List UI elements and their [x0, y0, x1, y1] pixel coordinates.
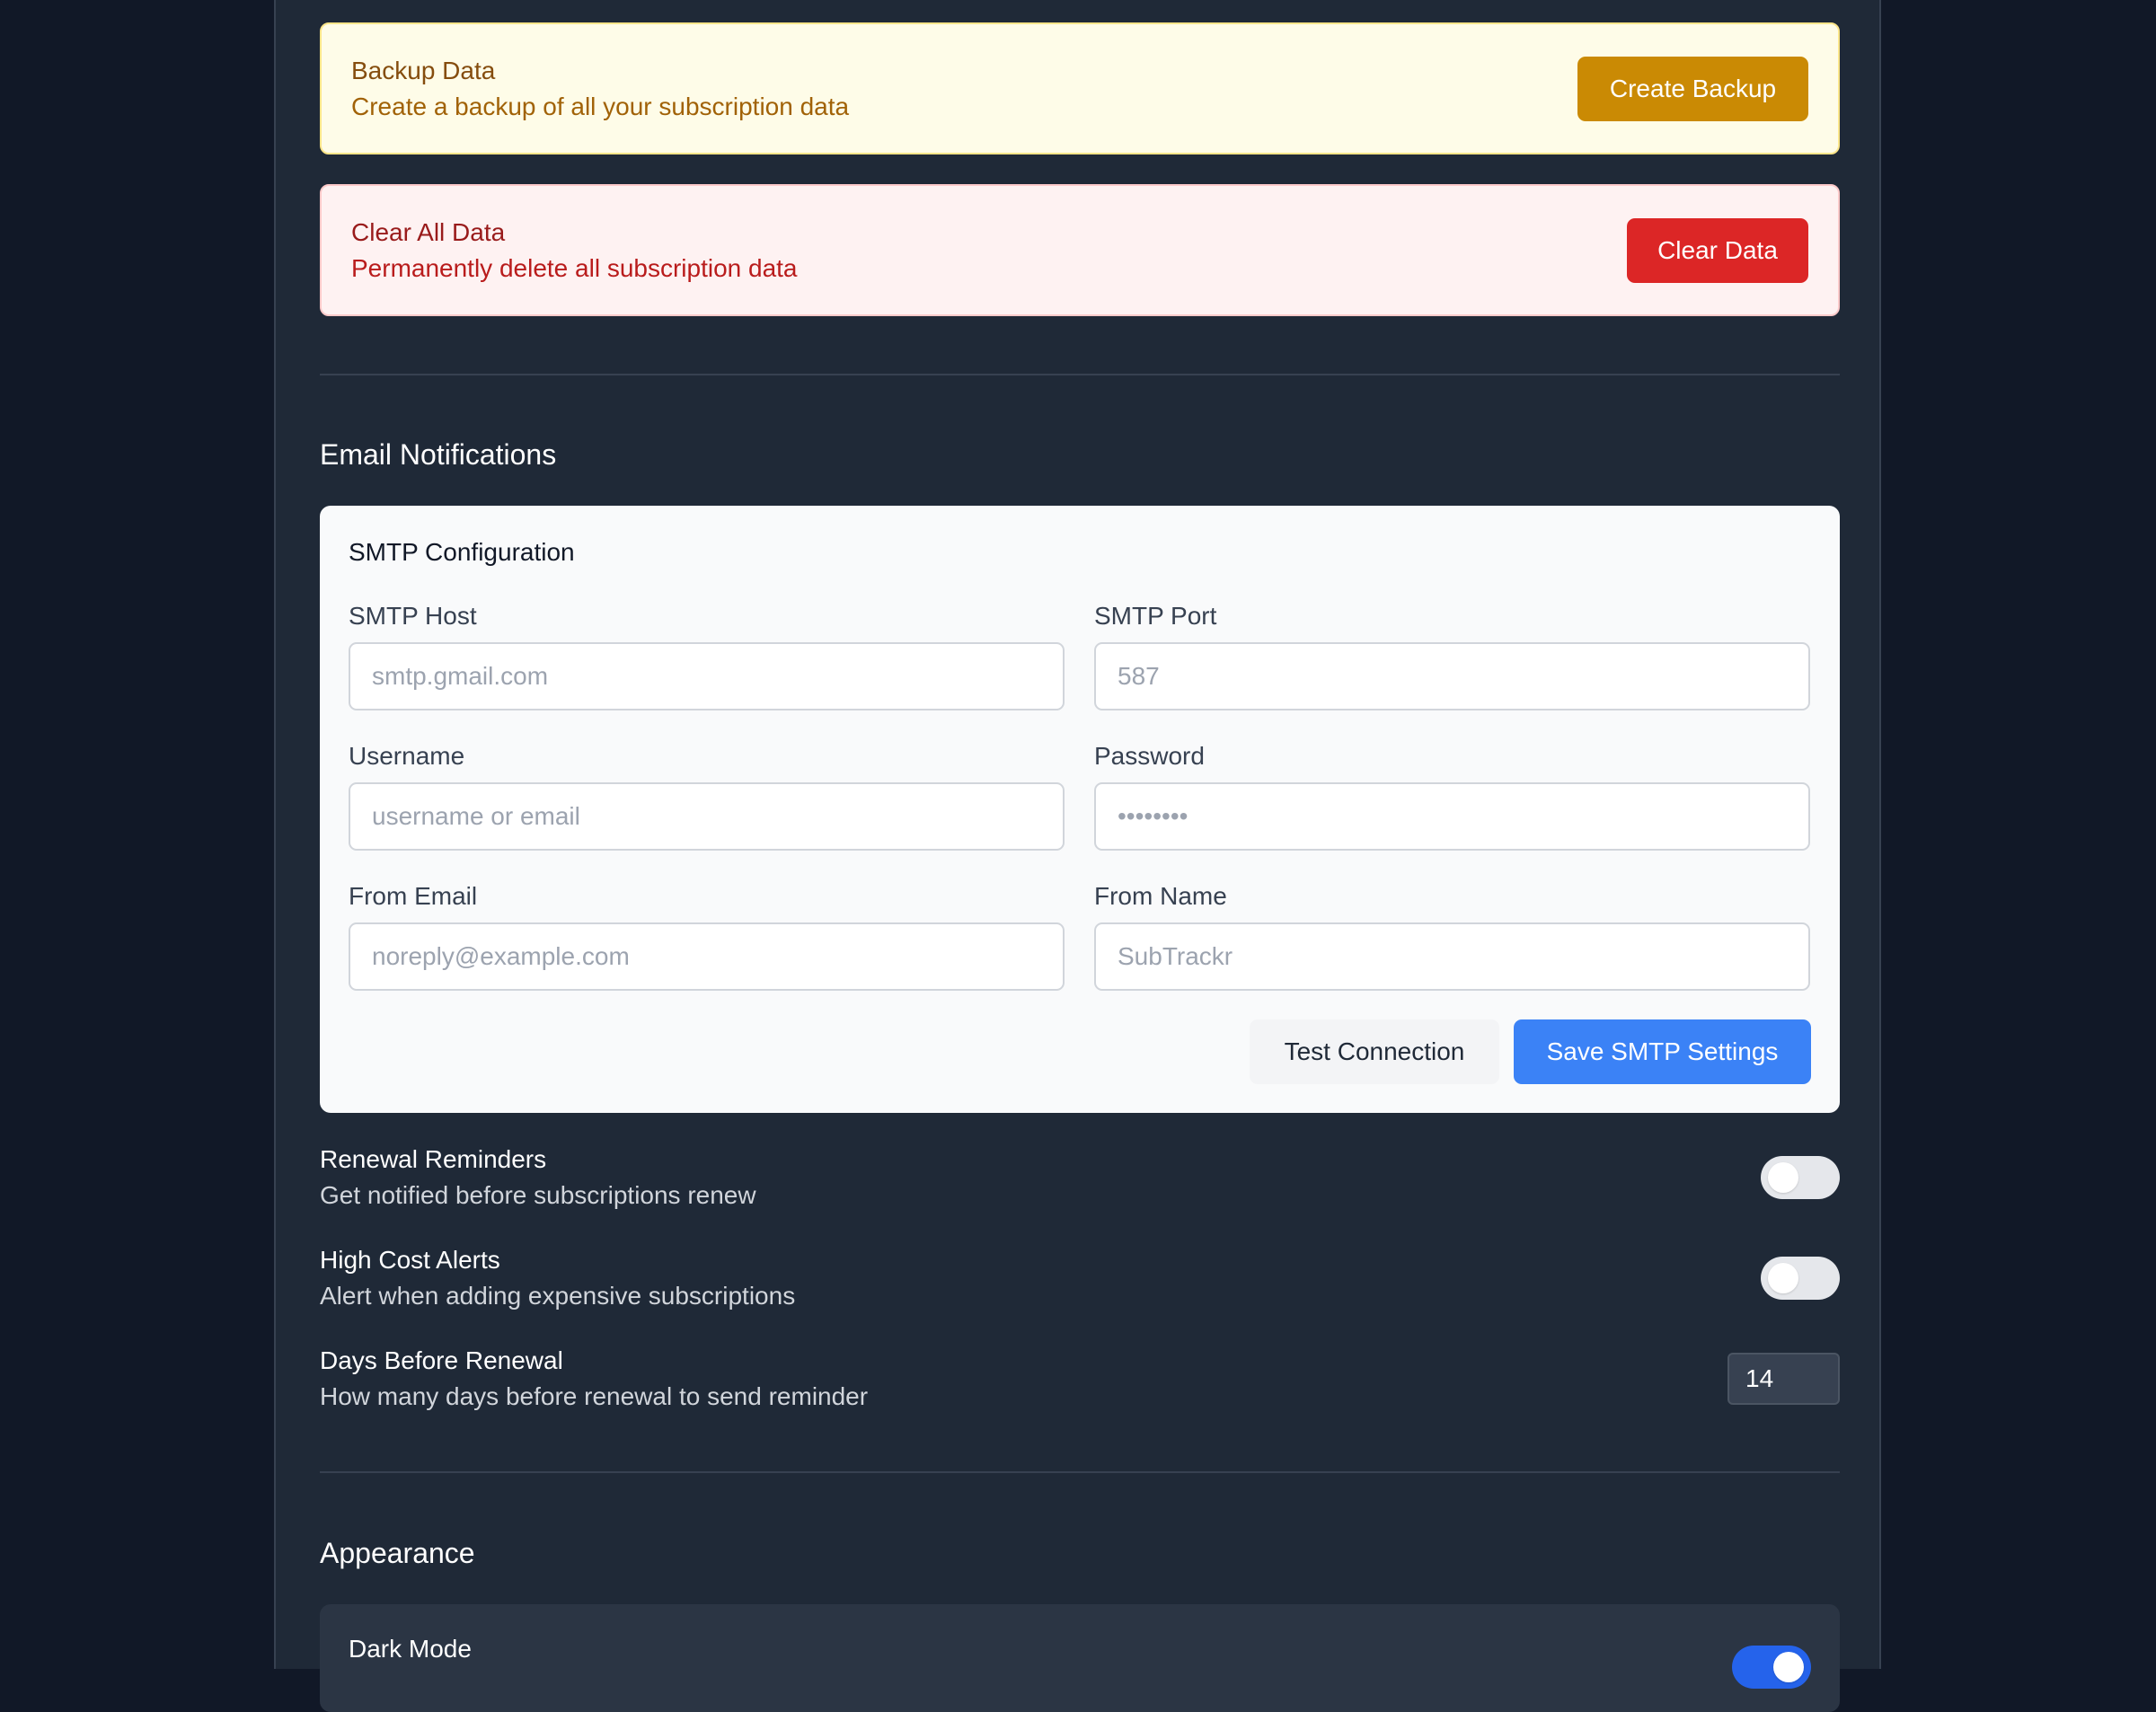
appearance-heading: Appearance [320, 1537, 475, 1569]
from-email-label: From Email [349, 882, 478, 910]
high-cost-alerts-title: High Cost Alerts [320, 1246, 500, 1274]
high-cost-alerts-description: Alert when adding expensive subscription… [320, 1282, 796, 1310]
email-notifications-heading: Email Notifications [320, 438, 557, 471]
days-before-renewal-title: Days Before Renewal [320, 1346, 563, 1374]
section-divider [320, 1471, 1840, 1473]
username-input[interactable] [349, 782, 1065, 851]
renewal-reminders-toggle[interactable] [1761, 1156, 1840, 1199]
smtp-port-input[interactable] [1094, 642, 1810, 710]
smtp-port-label: SMTP Port [1094, 602, 1217, 630]
from-name-input[interactable] [1094, 922, 1810, 991]
backup-data-description: Create a backup of all your subscription… [351, 93, 850, 120]
days-before-renewal-input[interactable] [1727, 1353, 1840, 1405]
create-backup-button[interactable]: Create Backup [1577, 57, 1808, 121]
days-before-renewal-description: How many days before renewal to send rem… [320, 1382, 869, 1410]
dark-mode-title: Dark Mode [349, 1635, 472, 1663]
backup-data-title: Backup Data [351, 57, 496, 84]
smtp-configuration-title: SMTP Configuration [349, 538, 575, 566]
password-label: Password [1094, 742, 1205, 770]
clear-data-title: Clear All Data [351, 218, 506, 246]
smtp-host-input[interactable] [349, 642, 1065, 710]
dark-mode-toggle[interactable] [1732, 1646, 1811, 1689]
backup-data-card: Backup Data Create a backup of all your … [320, 22, 1840, 154]
password-input[interactable] [1094, 782, 1810, 851]
toggle-knob [1768, 1162, 1798, 1193]
dark-mode-card: Dark Mode [320, 1604, 1840, 1712]
test-connection-button[interactable]: Test Connection [1250, 1019, 1499, 1084]
settings-panel: Backup Data Create a backup of all your … [274, 0, 1881, 1712]
renewal-reminders-title: Renewal Reminders [320, 1145, 547, 1173]
clear-data-button[interactable]: Clear Data [1627, 218, 1808, 283]
from-email-input[interactable] [349, 922, 1065, 991]
clear-data-card: Clear All Data Permanently delete all su… [320, 184, 1840, 316]
smtp-host-label: SMTP Host [349, 602, 477, 630]
save-smtp-settings-button[interactable]: Save SMTP Settings [1514, 1019, 1811, 1084]
section-divider [320, 374, 1840, 375]
clear-data-description: Permanently delete all subscription data [351, 254, 798, 282]
toggle-knob [1768, 1263, 1798, 1293]
username-label: Username [349, 742, 465, 770]
smtp-configuration-card: SMTP Configuration SMTP Host SMTP Port U… [320, 506, 1840, 1113]
high-cost-alerts-toggle[interactable] [1761, 1257, 1840, 1300]
renewal-reminders-description: Get notified before subscriptions renew [320, 1181, 756, 1209]
from-name-label: From Name [1094, 882, 1227, 910]
toggle-knob [1773, 1652, 1804, 1682]
